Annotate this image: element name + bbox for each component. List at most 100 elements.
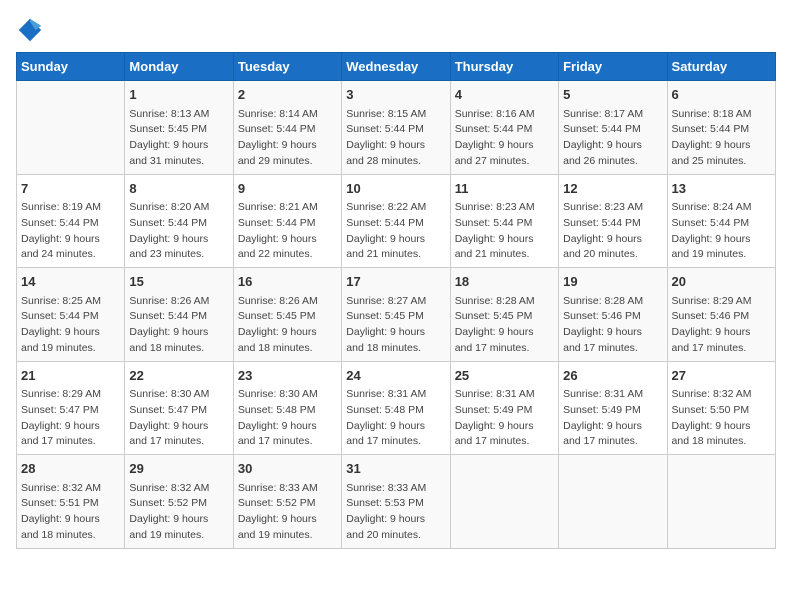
- cell-content: Sunrise: 8:20 AM Sunset: 5:44 PM Dayligh…: [129, 200, 228, 263]
- day-number: 29: [129, 459, 228, 479]
- day-number: 1: [129, 85, 228, 105]
- calendar-cell: 12Sunrise: 8:23 AM Sunset: 5:44 PM Dayli…: [559, 174, 667, 268]
- calendar-cell: 22Sunrise: 8:30 AM Sunset: 5:47 PM Dayli…: [125, 361, 233, 455]
- calendar-week-row: 1Sunrise: 8:13 AM Sunset: 5:45 PM Daylig…: [17, 81, 776, 175]
- calendar-cell: 13Sunrise: 8:24 AM Sunset: 5:44 PM Dayli…: [667, 174, 775, 268]
- calendar-cell: 24Sunrise: 8:31 AM Sunset: 5:48 PM Dayli…: [342, 361, 450, 455]
- calendar-cell: 23Sunrise: 8:30 AM Sunset: 5:48 PM Dayli…: [233, 361, 341, 455]
- calendar-cell: 28Sunrise: 8:32 AM Sunset: 5:51 PM Dayli…: [17, 455, 125, 549]
- cell-content: Sunrise: 8:24 AM Sunset: 5:44 PM Dayligh…: [672, 200, 771, 263]
- calendar-cell: 31Sunrise: 8:33 AM Sunset: 5:53 PM Dayli…: [342, 455, 450, 549]
- cell-content: Sunrise: 8:32 AM Sunset: 5:51 PM Dayligh…: [21, 481, 120, 544]
- calendar-header: SundayMondayTuesdayWednesdayThursdayFrid…: [17, 53, 776, 81]
- calendar-cell: 25Sunrise: 8:31 AM Sunset: 5:49 PM Dayli…: [450, 361, 558, 455]
- header-cell-wednesday: Wednesday: [342, 53, 450, 81]
- calendar-cell: 5Sunrise: 8:17 AM Sunset: 5:44 PM Daylig…: [559, 81, 667, 175]
- header-cell-sunday: Sunday: [17, 53, 125, 81]
- cell-content: Sunrise: 8:30 AM Sunset: 5:48 PM Dayligh…: [238, 387, 337, 450]
- day-number: 9: [238, 179, 337, 199]
- calendar-cell: 26Sunrise: 8:31 AM Sunset: 5:49 PM Dayli…: [559, 361, 667, 455]
- header-cell-thursday: Thursday: [450, 53, 558, 81]
- day-number: 31: [346, 459, 445, 479]
- calendar-table: SundayMondayTuesdayWednesdayThursdayFrid…: [16, 52, 776, 549]
- cell-content: Sunrise: 8:33 AM Sunset: 5:52 PM Dayligh…: [238, 481, 337, 544]
- cell-content: Sunrise: 8:33 AM Sunset: 5:53 PM Dayligh…: [346, 481, 445, 544]
- cell-content: Sunrise: 8:31 AM Sunset: 5:49 PM Dayligh…: [563, 387, 662, 450]
- day-number: 8: [129, 179, 228, 199]
- day-number: 21: [21, 366, 120, 386]
- calendar-cell: [559, 455, 667, 549]
- cell-content: Sunrise: 8:16 AM Sunset: 5:44 PM Dayligh…: [455, 107, 554, 170]
- day-number: 7: [21, 179, 120, 199]
- day-number: 3: [346, 85, 445, 105]
- day-number: 27: [672, 366, 771, 386]
- calendar-cell: 27Sunrise: 8:32 AM Sunset: 5:50 PM Dayli…: [667, 361, 775, 455]
- cell-content: Sunrise: 8:28 AM Sunset: 5:46 PM Dayligh…: [563, 294, 662, 357]
- calendar-cell: 15Sunrise: 8:26 AM Sunset: 5:44 PM Dayli…: [125, 268, 233, 362]
- day-number: 30: [238, 459, 337, 479]
- calendar-cell: 6Sunrise: 8:18 AM Sunset: 5:44 PM Daylig…: [667, 81, 775, 175]
- day-number: 19: [563, 272, 662, 292]
- calendar-cell: 1Sunrise: 8:13 AM Sunset: 5:45 PM Daylig…: [125, 81, 233, 175]
- day-number: 16: [238, 272, 337, 292]
- cell-content: Sunrise: 8:27 AM Sunset: 5:45 PM Dayligh…: [346, 294, 445, 357]
- cell-content: Sunrise: 8:23 AM Sunset: 5:44 PM Dayligh…: [455, 200, 554, 263]
- calendar-cell: 4Sunrise: 8:16 AM Sunset: 5:44 PM Daylig…: [450, 81, 558, 175]
- header-row: SundayMondayTuesdayWednesdayThursdayFrid…: [17, 53, 776, 81]
- day-number: 12: [563, 179, 662, 199]
- logo-icon: [16, 16, 44, 44]
- day-number: 25: [455, 366, 554, 386]
- calendar-cell: [17, 81, 125, 175]
- day-number: 20: [672, 272, 771, 292]
- calendar-week-row: 21Sunrise: 8:29 AM Sunset: 5:47 PM Dayli…: [17, 361, 776, 455]
- calendar-cell: [667, 455, 775, 549]
- cell-content: Sunrise: 8:29 AM Sunset: 5:46 PM Dayligh…: [672, 294, 771, 357]
- cell-content: Sunrise: 8:28 AM Sunset: 5:45 PM Dayligh…: [455, 294, 554, 357]
- calendar-cell: 9Sunrise: 8:21 AM Sunset: 5:44 PM Daylig…: [233, 174, 341, 268]
- cell-content: Sunrise: 8:19 AM Sunset: 5:44 PM Dayligh…: [21, 200, 120, 263]
- cell-content: Sunrise: 8:31 AM Sunset: 5:49 PM Dayligh…: [455, 387, 554, 450]
- calendar-cell: 30Sunrise: 8:33 AM Sunset: 5:52 PM Dayli…: [233, 455, 341, 549]
- cell-content: Sunrise: 8:30 AM Sunset: 5:47 PM Dayligh…: [129, 387, 228, 450]
- cell-content: Sunrise: 8:22 AM Sunset: 5:44 PM Dayligh…: [346, 200, 445, 263]
- day-number: 11: [455, 179, 554, 199]
- calendar-cell: 2Sunrise: 8:14 AM Sunset: 5:44 PM Daylig…: [233, 81, 341, 175]
- day-number: 26: [563, 366, 662, 386]
- cell-content: Sunrise: 8:25 AM Sunset: 5:44 PM Dayligh…: [21, 294, 120, 357]
- day-number: 18: [455, 272, 554, 292]
- day-number: 23: [238, 366, 337, 386]
- calendar-body: 1Sunrise: 8:13 AM Sunset: 5:45 PM Daylig…: [17, 81, 776, 549]
- cell-content: Sunrise: 8:15 AM Sunset: 5:44 PM Dayligh…: [346, 107, 445, 170]
- cell-content: Sunrise: 8:23 AM Sunset: 5:44 PM Dayligh…: [563, 200, 662, 263]
- calendar-cell: 11Sunrise: 8:23 AM Sunset: 5:44 PM Dayli…: [450, 174, 558, 268]
- calendar-cell: 29Sunrise: 8:32 AM Sunset: 5:52 PM Dayli…: [125, 455, 233, 549]
- calendar-cell: 21Sunrise: 8:29 AM Sunset: 5:47 PM Dayli…: [17, 361, 125, 455]
- header-cell-monday: Monday: [125, 53, 233, 81]
- logo: [16, 16, 48, 44]
- calendar-cell: 10Sunrise: 8:22 AM Sunset: 5:44 PM Dayli…: [342, 174, 450, 268]
- calendar-cell: 16Sunrise: 8:26 AM Sunset: 5:45 PM Dayli…: [233, 268, 341, 362]
- cell-content: Sunrise: 8:26 AM Sunset: 5:44 PM Dayligh…: [129, 294, 228, 357]
- calendar-cell: [450, 455, 558, 549]
- day-number: 13: [672, 179, 771, 199]
- cell-content: Sunrise: 8:21 AM Sunset: 5:44 PM Dayligh…: [238, 200, 337, 263]
- day-number: 2: [238, 85, 337, 105]
- cell-content: Sunrise: 8:32 AM Sunset: 5:50 PM Dayligh…: [672, 387, 771, 450]
- day-number: 5: [563, 85, 662, 105]
- calendar-cell: 19Sunrise: 8:28 AM Sunset: 5:46 PM Dayli…: [559, 268, 667, 362]
- cell-content: Sunrise: 8:26 AM Sunset: 5:45 PM Dayligh…: [238, 294, 337, 357]
- day-number: 14: [21, 272, 120, 292]
- day-number: 17: [346, 272, 445, 292]
- calendar-cell: 8Sunrise: 8:20 AM Sunset: 5:44 PM Daylig…: [125, 174, 233, 268]
- calendar-week-row: 14Sunrise: 8:25 AM Sunset: 5:44 PM Dayli…: [17, 268, 776, 362]
- cell-content: Sunrise: 8:18 AM Sunset: 5:44 PM Dayligh…: [672, 107, 771, 170]
- cell-content: Sunrise: 8:32 AM Sunset: 5:52 PM Dayligh…: [129, 481, 228, 544]
- header-cell-saturday: Saturday: [667, 53, 775, 81]
- header-cell-friday: Friday: [559, 53, 667, 81]
- day-number: 4: [455, 85, 554, 105]
- header-cell-tuesday: Tuesday: [233, 53, 341, 81]
- calendar-cell: 20Sunrise: 8:29 AM Sunset: 5:46 PM Dayli…: [667, 268, 775, 362]
- cell-content: Sunrise: 8:29 AM Sunset: 5:47 PM Dayligh…: [21, 387, 120, 450]
- cell-content: Sunrise: 8:13 AM Sunset: 5:45 PM Dayligh…: [129, 107, 228, 170]
- cell-content: Sunrise: 8:17 AM Sunset: 5:44 PM Dayligh…: [563, 107, 662, 170]
